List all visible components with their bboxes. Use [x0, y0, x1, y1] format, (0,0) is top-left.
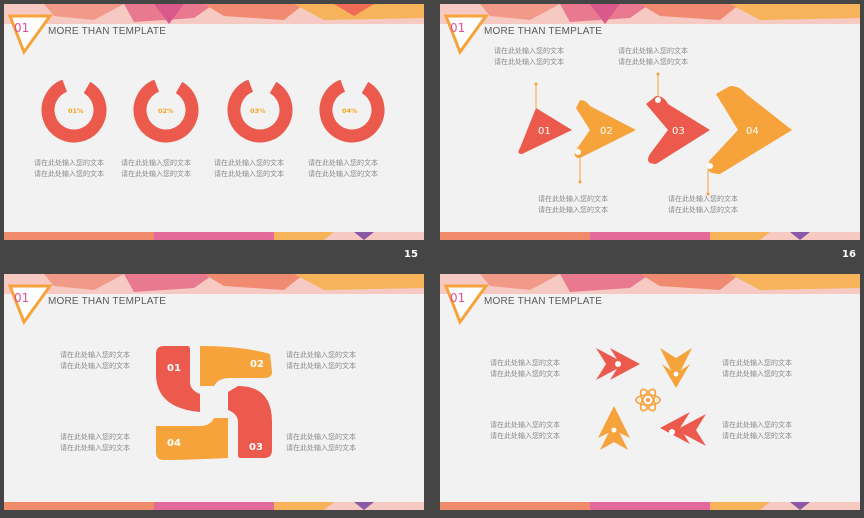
arrow-step-2: 02: [574, 100, 636, 158]
caption-bottom-left: 请在此处输入您的文本 请在此处输入您的文本: [60, 433, 130, 452]
slide-thumbnail-16[interactable]: 01 MORE THAN TEMPLATE 01 02 03 04 请在此处输入…: [440, 4, 860, 240]
ring-2-label: 02%: [158, 107, 174, 115]
caption-bottom-right: 请在此处输入您的文本 请在此处输入您的文本: [722, 421, 792, 440]
block-3: 03: [228, 386, 272, 458]
caption-4: 请在此处输入您的文本 请在此处输入您的文本: [308, 159, 378, 178]
caption-bottom-right: 请在此处输入您的文本 请在此处输入您的文本: [286, 433, 356, 452]
slide-thumbnail-18[interactable]: 01 MORE THAN TEMPLATE 请在此处输入您的文本 请在此处输入您…: [440, 274, 860, 510]
caption-1: 请在此处输入您的文本 请在此处输入您的文本: [34, 159, 104, 178]
caption-bottom-left: 请在此处输入您的文本 请在此处输入您的文本: [490, 421, 560, 440]
chevron-arrow-down: [660, 348, 692, 388]
ring-charts: 01% 02% 03% 04%: [41, 77, 385, 143]
page-number-15: 15: [404, 249, 418, 260]
block-1: 01: [156, 346, 200, 412]
svg-text:03: 03: [672, 126, 685, 137]
caption-top-left: 请在此处输入您的文本 请在此处输入您的文本: [490, 359, 560, 378]
caption-top-left: 请在此处输入您的文本 请在此处输入您的文本: [494, 47, 564, 66]
svg-text:01: 01: [167, 363, 181, 374]
ring-4-label: 04%: [342, 107, 358, 115]
ring-4: 04%: [319, 77, 385, 143]
page-number-16: 16: [842, 249, 856, 260]
arrow-step-4: 04: [707, 86, 792, 174]
bottom-decor-band: [4, 502, 424, 510]
caption-bottom-left: 请在此处输入您的文本 请在此处输入您的文本: [538, 195, 608, 214]
ring-3-label: 03%: [250, 107, 266, 115]
chevron-arrow-up: [598, 406, 630, 450]
svg-text:02: 02: [250, 359, 264, 370]
caption-top-left: 请在此处输入您的文本 请在此处输入您的文本: [60, 351, 130, 370]
caption-top-right: 请在此处输入您的文本 请在此处输入您的文本: [722, 359, 792, 378]
ring-1: 01%: [41, 77, 107, 143]
bottom-decor-band: [440, 502, 860, 510]
arrow-step-3: 03: [646, 96, 710, 164]
pinwheel-diagram: 01 02 03 04: [156, 346, 272, 460]
caption-top-right: 请在此处输入您的文本 请在此处输入您的文本: [618, 47, 688, 66]
chevron-cluster: [596, 348, 706, 450]
caption-2: 请在此处输入您的文本 请在此处输入您的文本: [121, 159, 191, 178]
bottom-decor-band: [440, 232, 860, 240]
caption-3: 请在此处输入您的文本 请在此处输入您的文本: [214, 159, 284, 178]
svg-text:03: 03: [249, 442, 263, 453]
block-4: 04: [156, 418, 228, 460]
slide-thumbnail-15[interactable]: 01 MORE THAN TEMPLATE 01% 02% 03% 04% 请在…: [4, 4, 424, 240]
slide-thumbnail-17[interactable]: 01 MORE THAN TEMPLATE 01 02 03 04 请在此处输入…: [4, 274, 424, 510]
svg-text:01: 01: [538, 126, 551, 137]
ring-2: 02%: [133, 77, 199, 143]
svg-text:04: 04: [167, 438, 181, 449]
caption-top-right: 请在此处输入您的文本 请在此处输入您的文本: [286, 351, 356, 370]
svg-text:02: 02: [600, 126, 613, 137]
svg-text:04: 04: [746, 126, 759, 137]
bottom-decor-band: [4, 232, 424, 240]
ring-3: 03%: [227, 77, 293, 143]
block-2: 02: [200, 346, 272, 386]
chevron-arrow-right: [596, 348, 640, 380]
chevron-arrow-left: [660, 412, 706, 446]
arrow-process: 01 02 03 04: [518, 72, 792, 196]
arrow-step-1: 01: [518, 108, 572, 154]
caption-bottom-right: 请在此处输入您的文本 请在此处输入您的文本: [668, 195, 738, 214]
ring-1-label: 01%: [68, 107, 84, 115]
atom-icon: [635, 388, 661, 412]
